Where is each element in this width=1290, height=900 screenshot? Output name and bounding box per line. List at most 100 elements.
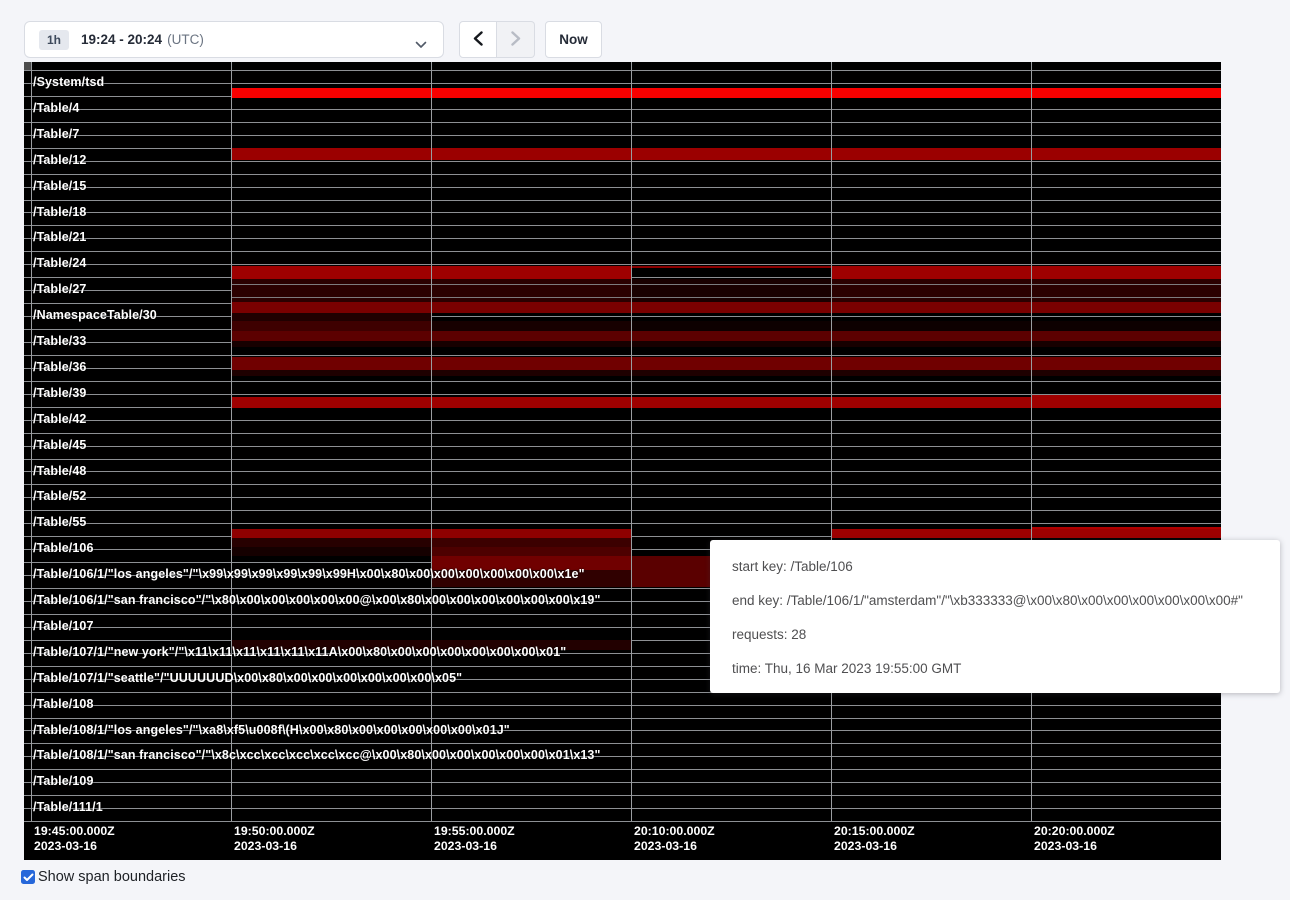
show-span-boundaries-label: Show span boundaries (38, 869, 186, 885)
checkmark-icon (23, 873, 34, 882)
key-visualizer-page: 1h 19:24 - 20:24 (UTC) Now /System/tsd/T… (0, 0, 1290, 900)
span-boundary-line (24, 251, 1221, 252)
span-boundary-line (24, 718, 1221, 719)
span-boundary-line (24, 730, 1221, 731)
span-boundary-line (24, 161, 1221, 162)
time-axis-date: 2023-03-16 (834, 839, 915, 854)
heat-band (231, 313, 431, 321)
time-gridline (431, 62, 432, 821)
chevron-right-icon (509, 31, 522, 49)
time-range-selector[interactable]: 1h 19:24 - 20:24 (UTC) (24, 21, 444, 58)
time-axis-label: 19:55:00.000Z2023-03-16 (434, 824, 515, 854)
time-axis-time: 20:10:00.000Z (634, 824, 715, 839)
footer: Show span boundaries (21, 867, 186, 887)
span-boundary-line (24, 238, 1221, 239)
time-gridline (231, 62, 232, 821)
span-boundary-line (24, 420, 1221, 421)
span-boundary-line (24, 510, 1221, 511)
heat-band (231, 370, 1221, 376)
toolbar: 1h 19:24 - 20:24 (UTC) Now (0, 0, 1290, 62)
time-axis-label: 20:10:00.000Z2023-03-16 (634, 824, 715, 854)
heat-band (231, 331, 1221, 341)
heat-band (831, 279, 1221, 302)
span-boundary-line (24, 523, 1221, 524)
time-axis-date: 2023-03-16 (34, 839, 115, 854)
time-axis-time: 19:45:00.000Z (34, 824, 115, 839)
heat-band (231, 341, 1221, 347)
span-boundary-line (24, 446, 1221, 447)
chevron-left-icon (472, 31, 485, 49)
hover-tooltip: start key: /Table/106end key: /Table/106… (710, 540, 1280, 693)
span-boundary-line (24, 769, 1221, 770)
time-range-zone: (UTC) (167, 32, 204, 47)
heat-band (631, 556, 714, 570)
span-boundary-line (24, 743, 1221, 744)
time-gridline (31, 62, 32, 821)
heat-band (231, 357, 1221, 370)
time-gridline (631, 62, 632, 821)
span-boundary-line (24, 782, 1221, 783)
next-range-button[interactable] (497, 21, 535, 58)
span-boundary-line (24, 200, 1221, 201)
span-boundary-line (24, 187, 1221, 188)
span-boundary-line (24, 497, 1221, 498)
time-gridline (831, 62, 832, 821)
time-gridline (1031, 62, 1032, 821)
span-boundary-line (231, 297, 1221, 298)
span-boundary-line (24, 756, 1221, 757)
heat-band (431, 538, 631, 547)
time-axis-label: 20:20:00.000Z2023-03-16 (1034, 824, 1115, 854)
span-boundary-line (24, 381, 1221, 382)
tooltip-line: requests: 28 (732, 620, 1280, 654)
tooltip-line: end key: /Table/106/1/"amsterdam"/"\xb33… (732, 586, 1280, 620)
span-boundary-line (24, 122, 1221, 123)
span-boundary-line (24, 109, 1221, 110)
span-boundary-line (24, 471, 1221, 472)
heat-band (231, 547, 431, 556)
span-boundary-line (24, 225, 1221, 226)
now-button[interactable]: Now (545, 21, 602, 58)
heat-band (231, 148, 1221, 160)
heat-band (831, 529, 1221, 538)
span-boundary-line (24, 433, 1221, 434)
time-axis-date: 2023-03-16 (634, 839, 715, 854)
span-boundary-line (24, 484, 1221, 485)
heat-band (631, 279, 831, 302)
heat-band (231, 302, 1221, 313)
heat-band (631, 321, 1221, 331)
time-axis-date: 2023-03-16 (434, 839, 515, 854)
span-boundary-line (24, 459, 1221, 460)
heat-band (431, 556, 631, 570)
span-boundary-line (24, 808, 1221, 809)
span-boundary-line (24, 705, 1221, 706)
show-span-boundaries-checkbox[interactable] (21, 870, 35, 884)
time-axis-label: 20:15:00.000Z2023-03-16 (834, 824, 915, 854)
time-axis-time: 20:20:00.000Z (1034, 824, 1115, 839)
time-axis-time: 19:50:00.000Z (234, 824, 315, 839)
span-boundary-line (24, 355, 1221, 356)
heat-band (831, 266, 1221, 279)
span-boundary-line (24, 212, 1221, 213)
key-visualizer-heatmap[interactable]: /System/tsd/Table/4/Table/7/Table/12/Tab… (24, 62, 1221, 860)
heat-band (431, 321, 631, 331)
time-axis-label: 19:50:00.000Z2023-03-16 (234, 824, 315, 854)
span-boundary-line (24, 821, 1221, 822)
heat-band (431, 570, 631, 587)
chevron-down-icon (415, 36, 427, 54)
span-boundary-line (24, 316, 1221, 317)
span-boundary-line (231, 284, 1221, 285)
time-axis-date: 2023-03-16 (1034, 839, 1115, 854)
heat-band (231, 321, 431, 331)
heat-band (631, 570, 714, 587)
heat-band (431, 547, 631, 556)
tooltip-line: time: Thu, 16 Mar 2023 19:55:00 GMT (732, 654, 1280, 688)
prev-range-button[interactable] (459, 21, 497, 58)
span-boundary-line (24, 70, 1221, 71)
heat-band (631, 266, 831, 268)
heat-band (24, 62, 31, 70)
span-boundary-line (24, 174, 1221, 175)
span-boundary-line (24, 795, 1221, 796)
span-boundary-line (24, 83, 1221, 84)
time-range-nav (459, 21, 535, 58)
time-axis-time: 19:55:00.000Z (434, 824, 515, 839)
